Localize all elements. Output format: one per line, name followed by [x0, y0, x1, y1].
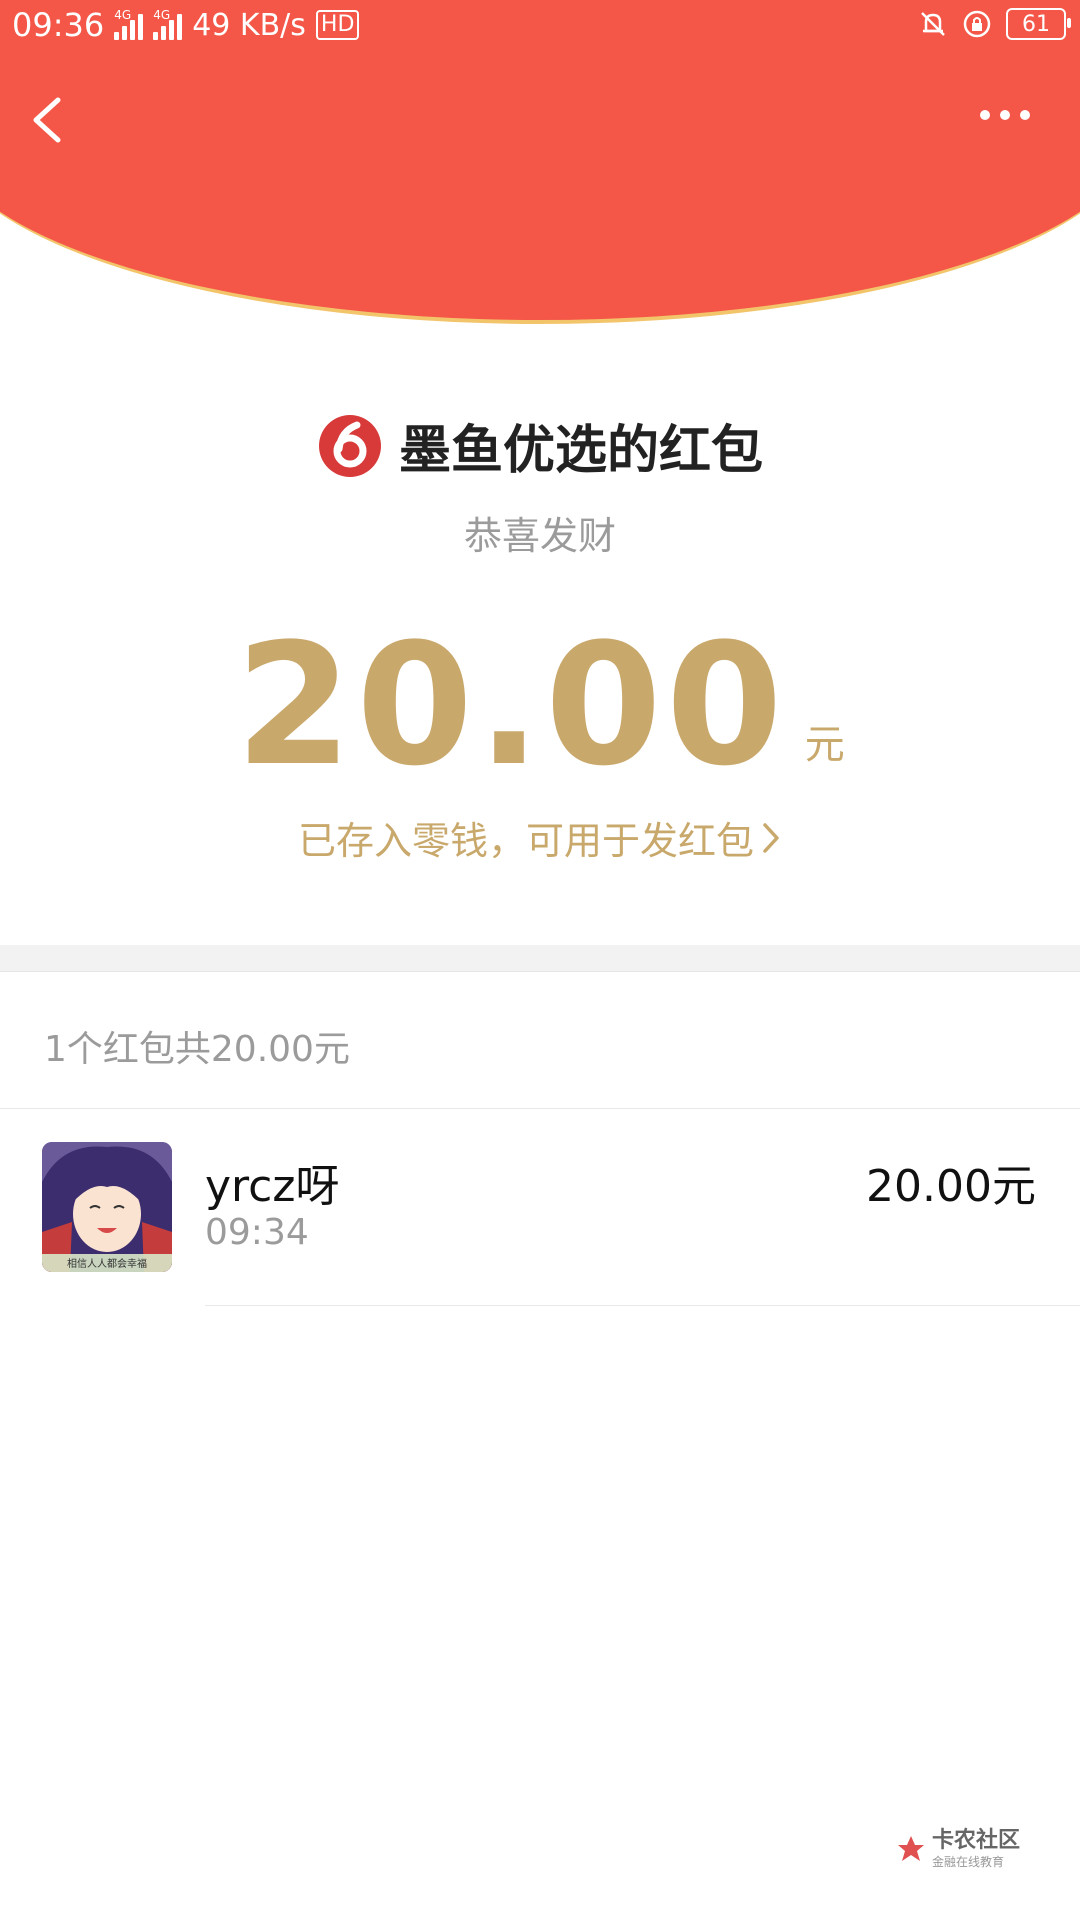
amount-unit: 元 — [804, 722, 845, 768]
hd-call-icon: HD — [315, 10, 360, 40]
chevron-left-icon[interactable] — [28, 92, 68, 148]
amount-display: 20.00 元 — [0, 620, 1080, 790]
mute-bell-icon — [921, 12, 945, 36]
status-time: 09:36 — [12, 6, 105, 44]
network-speed: 49 KB/s — [192, 7, 306, 43]
packet-title-row: 墨鱼优选的红包 — [0, 408, 1080, 483]
chevron-right-icon — [763, 822, 779, 853]
divider — [205, 1305, 1080, 1306]
record-amount: 20.00元 — [866, 1161, 1036, 1212]
svg-text:相信人人都会幸福: 相信人人都会幸福 — [67, 1257, 147, 1270]
saved-note: 已存入零钱，可用于发红包 — [297, 819, 754, 863]
watermark-logo-icon — [897, 1836, 924, 1861]
section-divider — [0, 945, 1080, 972]
rotation-lock-icon — [963, 10, 991, 38]
watermark-main: 卡农社区 — [931, 1828, 1020, 1853]
battery-icon: 61 — [1006, 8, 1071, 40]
packet-summary: 1个红包共20.00元 — [44, 1029, 350, 1070]
packet-title: 墨鱼优选的红包 — [398, 421, 763, 481]
record-time: 09:34 — [205, 1212, 309, 1253]
status-bar: 09:36 4G 4G 49 KB/s HD 61 — [0, 0, 1080, 54]
amount-value: 20.00 — [235, 607, 787, 803]
watermark-sub: 金融在线教育 — [931, 1855, 1004, 1869]
record-name: yrcz呀 — [205, 1161, 340, 1212]
divider — [0, 1108, 1080, 1109]
brand-logo-icon — [318, 414, 381, 477]
list-item[interactable]: 相信人人都会幸福 yrcz呀 09:34 20.00元 — [0, 1140, 1080, 1306]
watermark: 卡农社区 金融在线教育 — [896, 1830, 1020, 1868]
more-dots-icon[interactable] — [980, 110, 1030, 120]
red-packet-detail-page: 09:36 4G 4G 49 KB/s HD 61 墨鱼优选的红包 恭喜发财 2… — [0, 0, 1080, 1920]
avatar[interactable]: 相信人人都会幸福 — [42, 1142, 172, 1272]
signal-icon: 4G — [153, 8, 183, 40]
signal-icon: 4G — [114, 8, 144, 40]
saved-to-wallet-link[interactable]: 已存入零钱，可用于发红包 — [0, 810, 1080, 865]
packet-greeting: 恭喜发财 — [463, 514, 616, 558]
avatar-image: 相信人人都会幸福 — [42, 1142, 172, 1272]
